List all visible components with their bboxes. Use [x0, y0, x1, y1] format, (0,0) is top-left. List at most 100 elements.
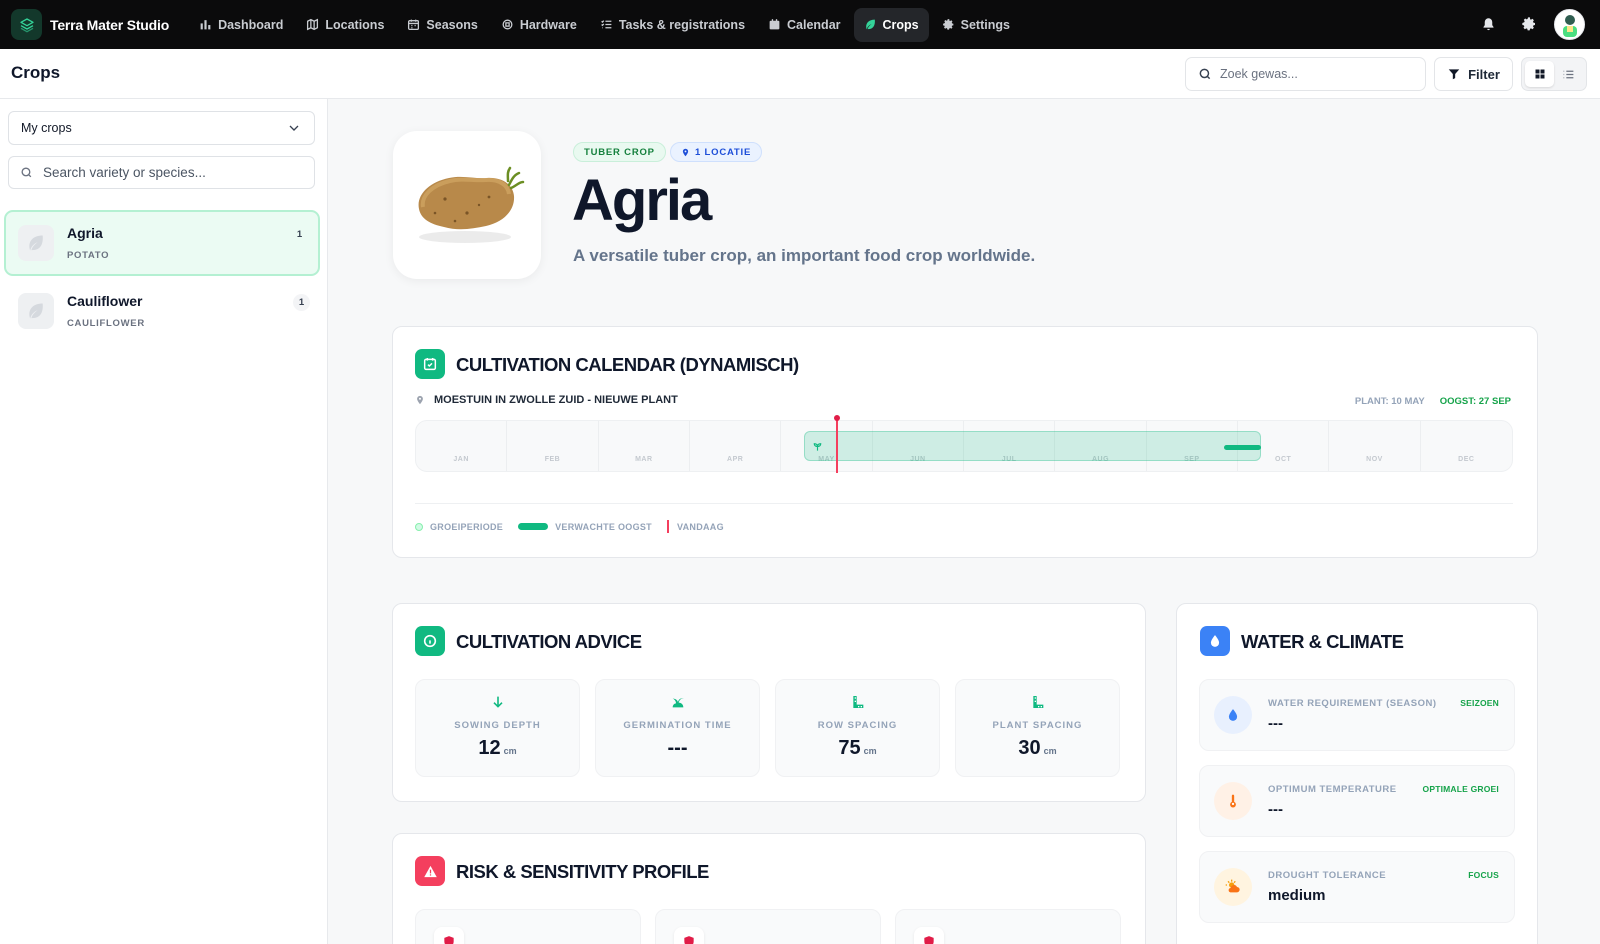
chip-icon: [502, 19, 513, 30]
stat-label: PLANT SPACING: [992, 720, 1083, 731]
crop-thumbnail: [18, 225, 54, 261]
filter-button[interactable]: Filter: [1434, 57, 1513, 91]
calendar-legend: GROEIPERIODE VERWACHTE OOGST VANDAAG: [415, 520, 739, 533]
leaf-icon: [865, 19, 875, 30]
avatar-figure-icon: [1562, 15, 1577, 37]
crop-species: POTATO: [67, 250, 110, 261]
month-column: APR: [690, 421, 782, 471]
crop-scope-select[interactable]: My crops: [8, 111, 315, 145]
search-icon: [21, 167, 32, 178]
stat-number: 30: [1018, 737, 1041, 759]
crop-list-item-cauliflower[interactable]: Cauliflower CAULIFLOWER 1: [4, 278, 320, 344]
month-column: JAN: [416, 421, 508, 471]
nav-crops[interactable]: Crops: [853, 7, 929, 42]
top-navigation: Terra Mater Studio Dashboard Locations S…: [0, 0, 1600, 49]
stat-value: 30 cm: [956, 737, 1119, 760]
month-label: FEB: [544, 456, 561, 463]
crop-type-badge: TUBER CROP: [573, 142, 666, 162]
crop-name: Agria: [67, 225, 103, 241]
stat-value: 12 cm: [416, 737, 579, 760]
droplet-icon: [1200, 626, 1230, 656]
water-title: WATER & CLIMATE: [1241, 631, 1404, 652]
page-title: Crops: [11, 63, 61, 82]
legend-today: VANDAAG: [666, 520, 724, 533]
wc-label: DROUGHT TOLERANCE: [1268, 870, 1387, 881]
brand[interactable]: Terra Mater Studio: [11, 9, 169, 40]
wc-label: WATER REQUIREMENT (SEASON): [1268, 698, 1437, 709]
sprout-icon: [596, 694, 759, 710]
filter-icon: [1448, 69, 1460, 80]
gear-icon: [1522, 17, 1535, 31]
user-avatar[interactable]: [1554, 8, 1585, 40]
arrow-down-icon: [416, 694, 579, 710]
today-marker: [836, 418, 839, 473]
nav-locations-label: Locations: [325, 17, 385, 32]
app-name: Terra Mater Studio: [50, 16, 170, 33]
calendar-dates: PLANT: 10 MAY OOGST: 27 SEP: [1355, 396, 1511, 407]
month-label: MAR: [635, 456, 653, 463]
month-label: DEC: [1458, 456, 1475, 463]
legend-harvest-label: VERWACHTE OOGST: [555, 521, 652, 532]
nav-locations[interactable]: Locations: [296, 8, 394, 42]
nav-hardware[interactable]: Hardware: [491, 8, 587, 42]
calendar-timeline: JAN FEB MAR APR MAY JUN JUL AUG SEP OCT NOV DEC: [415, 415, 1513, 473]
cultivation-advice-card: CULTIVATION ADVICE SOWING DEPTH 12 cm GER…: [392, 603, 1146, 802]
legend-grow-period: GROEIPERIODE: [415, 522, 503, 532]
stat-value: ---: [596, 737, 759, 760]
nav-calendar[interactable]: Calendar: [758, 8, 851, 42]
nav-settings[interactable]: Settings: [932, 8, 1020, 42]
shield-icon: [914, 927, 944, 944]
stat-label: GERMINATION TIME: [623, 720, 732, 731]
stat-sowing-depth: SOWING DEPTH 12 cm: [415, 679, 580, 777]
calendar-check-icon: [415, 349, 445, 379]
notifications-button[interactable]: [1472, 8, 1504, 40]
crop-search[interactable]: [1185, 57, 1426, 91]
legend-today-label: VANDAAG: [676, 521, 724, 532]
list-icon: [1563, 70, 1574, 78]
settings-button[interactable]: [1513, 8, 1545, 40]
nav-tasks-label: Tasks & registrations: [618, 17, 746, 32]
map-icon: [307, 18, 319, 31]
nav-seasons-label: Seasons: [426, 17, 478, 32]
top-actions: [1463, 8, 1585, 40]
nav-dashboard[interactable]: Dashboard: [189, 8, 293, 42]
crop-name: Cauliflower: [67, 293, 143, 309]
chevron-down-icon: [289, 125, 299, 131]
legend-grow-label: GROEIPERIODE: [430, 521, 504, 532]
expected-harvest-bar: [1224, 445, 1261, 450]
shield-icon: [434, 927, 464, 944]
calendar-icon: [769, 19, 780, 30]
nav-crops-label: Crops: [882, 17, 919, 32]
ruler-icon: [776, 694, 939, 710]
potato-image: [418, 166, 525, 243]
nav-settings-label: Settings: [960, 17, 1010, 32]
location-count-badge: 1 LOCATIE: [670, 142, 763, 162]
variety-search[interactable]: Search variety or species...: [8, 156, 315, 189]
wc-value: ---: [1268, 801, 1283, 818]
list-view-button[interactable]: [1554, 61, 1583, 87]
crop-species: CAULIFLOWER: [67, 318, 145, 329]
nav-seasons[interactable]: Seasons: [397, 8, 487, 42]
crop-search-input[interactable]: [1220, 67, 1410, 81]
view-toggle: [1521, 57, 1587, 91]
stat-germination-time: GERMINATION TIME ---: [595, 679, 760, 777]
bar-chart-icon: [200, 20, 211, 30]
variety-search-placeholder: Search variety or species...: [43, 165, 206, 180]
crop-title: Agria: [572, 168, 712, 233]
stat-label: ROW SPACING: [817, 720, 898, 731]
sprout-icon: [813, 443, 822, 451]
crop-list-item-agria[interactable]: Agria POTATO 1: [4, 210, 320, 276]
month-column: FEB: [507, 421, 599, 471]
calendar-grid-icon: [408, 19, 420, 31]
month-label: JAN: [453, 456, 469, 463]
plant-date: PLANT: 10 MAY: [1354, 396, 1425, 407]
nav-tasks[interactable]: Tasks & registrations: [590, 8, 755, 42]
shield-icon: [674, 927, 704, 944]
wc-value: ---: [1268, 715, 1283, 732]
legend-expected-harvest: VERWACHTE OOGST: [518, 522, 652, 532]
crop-location-count: 1: [296, 229, 303, 240]
grid-view-button[interactable]: [1525, 61, 1554, 87]
stat-value: 75 cm: [776, 737, 939, 760]
map-pin-icon: [682, 148, 689, 156]
month-column: DEC: [1421, 421, 1512, 471]
